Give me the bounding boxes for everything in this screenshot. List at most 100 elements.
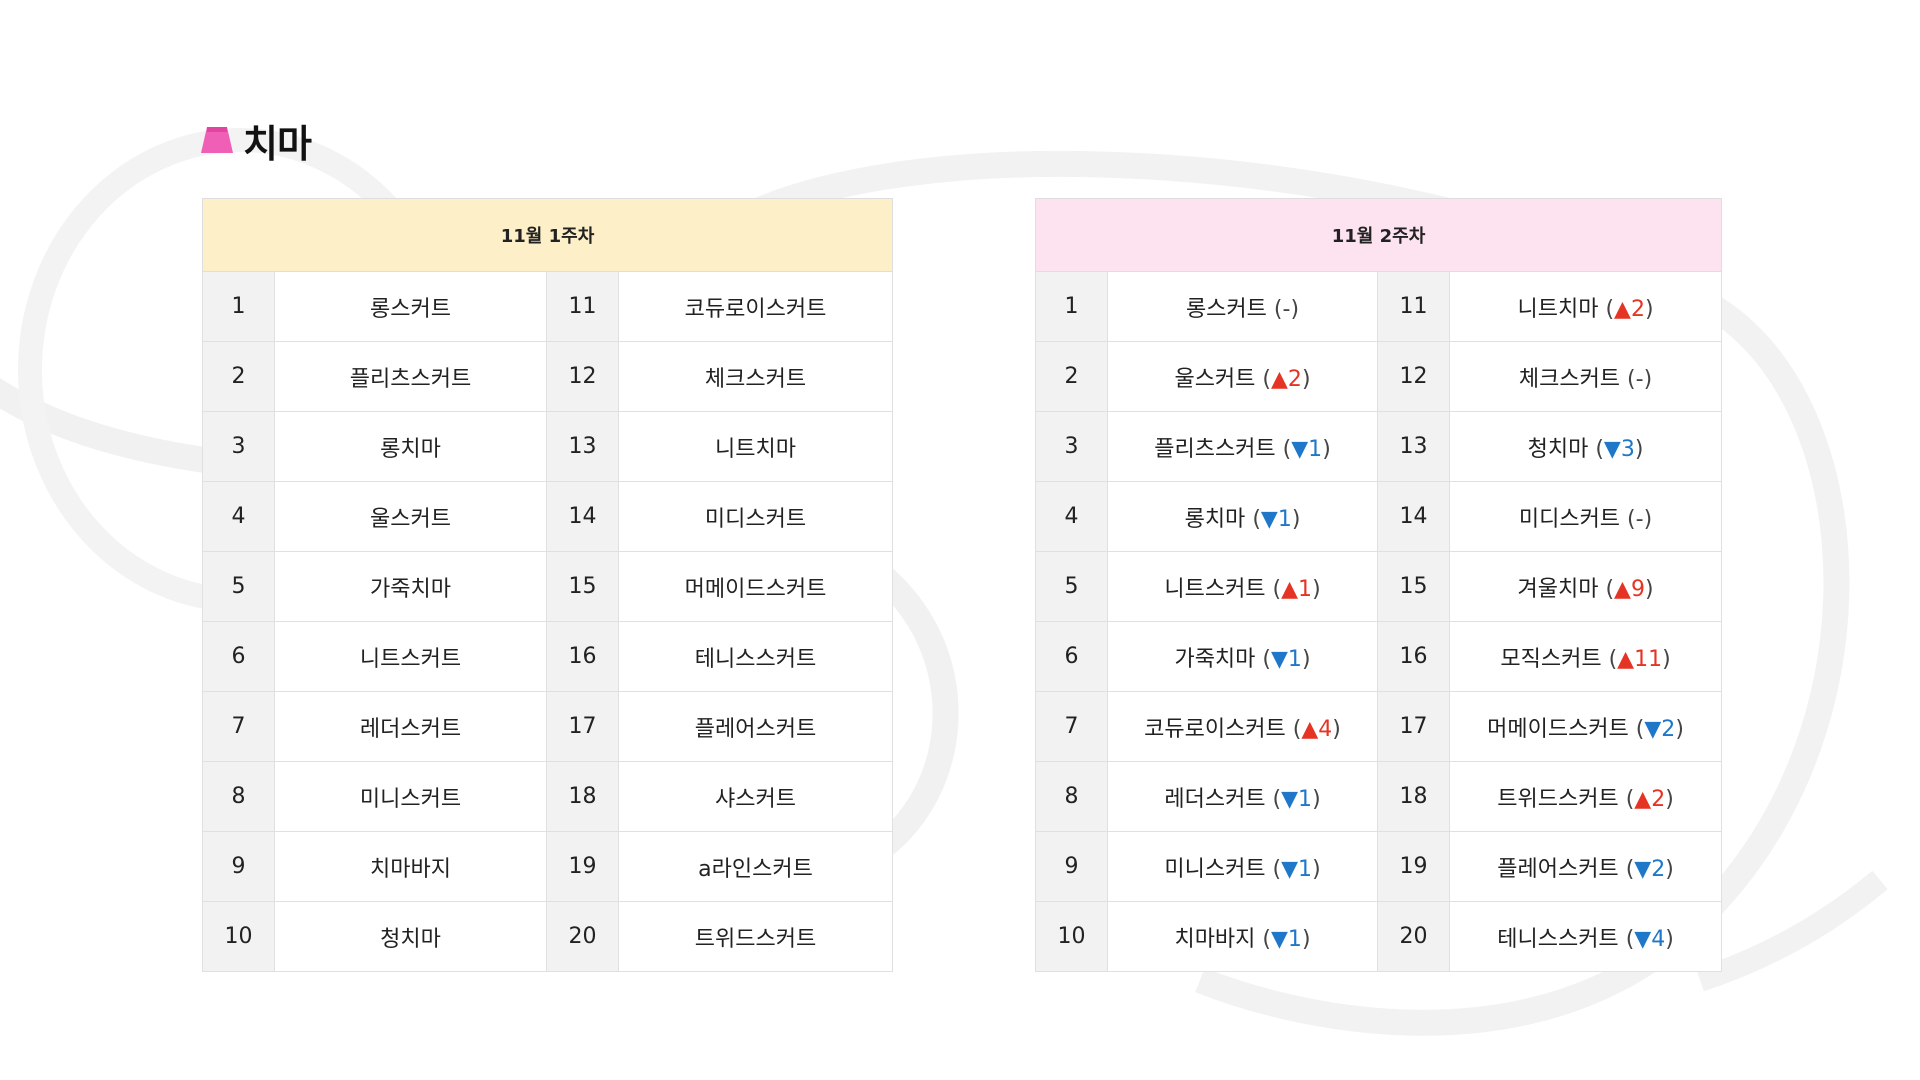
rank-number: 10: [202, 901, 275, 972]
rank-number: 11: [546, 271, 619, 342]
keyword-name: 니트스커트: [1164, 576, 1266, 602]
rank-down-indicator: ▼1: [1271, 926, 1302, 952]
keyword-name: 청치마: [274, 901, 547, 972]
keyword-with-change: 롱스커트 (-): [1107, 271, 1378, 342]
keyword-with-change: 코듀로이스커트 (▲4): [1107, 691, 1378, 762]
table-row: 1 롱스커트 11 코듀로이스커트: [202, 271, 894, 342]
paren-close: ): [1291, 506, 1301, 532]
rank-number: 13: [546, 411, 619, 482]
keyword-name: 울스커트: [274, 481, 547, 552]
table-row: 4 롱치마 (▼1) 14 미디스커트 (-): [1035, 481, 1723, 552]
keyword-with-change: 니트치마 (▲2): [1448, 271, 1723, 342]
keyword-name: 레더스커트: [1164, 786, 1266, 812]
rank-number: 6: [202, 621, 275, 692]
keyword-name: 머메이드스커트: [617, 551, 894, 622]
table-row: 3 플리츠스커트 (▼1) 13 청치마 (▼3): [1035, 411, 1723, 482]
keyword-name: 체크스커트: [617, 341, 894, 412]
keyword-name: 미니스커트: [1164, 856, 1266, 882]
week1-header: 11월 1주차: [201, 198, 894, 272]
paren-close: ): [1312, 786, 1321, 812]
keyword-with-change: 니트스커트 (▲1): [1107, 551, 1378, 622]
table-row: 7 레더스커트 17 플레어스커트: [202, 691, 894, 762]
rank-down-indicator: ▼1: [1281, 856, 1313, 882]
paren-open: (: [1595, 436, 1604, 462]
rank-number: 14: [1377, 481, 1450, 552]
keyword-name: 롱치마: [274, 411, 547, 482]
keyword-with-change: 체크스커트 (-): [1448, 341, 1723, 412]
keyword-name: 가죽치마: [274, 551, 547, 622]
rank-down-indicator: ▼2: [1644, 716, 1676, 742]
paren-close: ): [1644, 576, 1654, 602]
rank-down-indicator: ▼3: [1603, 436, 1635, 462]
table-row: 4 울스커트 14 미디스커트: [202, 481, 894, 552]
paren-open: (: [1608, 646, 1618, 672]
rank-number: 3: [1035, 411, 1108, 482]
rank-same-indicator: -: [1635, 366, 1644, 392]
week1-ranking-table: 11월 1주차 1 롱스커트 11 코듀로이스커트 2 플리츠스커트 12 체크스커트 3 롱치마…: [201, 198, 894, 972]
rank-number: 17: [546, 691, 619, 762]
paren-close: ): [1301, 646, 1311, 672]
keyword-name: 치마바지: [1174, 926, 1256, 952]
keyword-with-change: 플리츠스커트 (▼1): [1107, 411, 1378, 482]
paren-close: ): [1665, 926, 1674, 952]
rank-up-indicator: ▲2: [1271, 366, 1302, 392]
rank-number: 7: [1035, 691, 1108, 762]
paren-close: ): [1675, 716, 1684, 742]
rank-number: 4: [1035, 481, 1108, 552]
rank-number: 4: [202, 481, 275, 552]
keyword-name: 롱치마: [1184, 506, 1246, 532]
keyword-name: 롱스커트: [1185, 296, 1267, 322]
rank-same-indicator: -: [1635, 506, 1644, 532]
keyword-with-change: 겨울치마 (▲9): [1448, 551, 1723, 622]
keyword-name: 롱스커트: [274, 271, 547, 342]
paren-close: ): [1665, 856, 1674, 882]
paren-close: ): [1665, 786, 1674, 812]
paren-close: ): [1312, 576, 1321, 602]
rank-number: 2: [1035, 341, 1108, 412]
paren-close: ): [1322, 436, 1331, 462]
keyword-with-change: 울스커트 (▲2): [1107, 341, 1378, 412]
paren-open: (: [1282, 436, 1292, 462]
rank-number: 3: [202, 411, 275, 482]
keyword-name: a라인스커트: [617, 831, 894, 902]
rank-number: 5: [1035, 551, 1108, 622]
rank-number: 9: [1035, 831, 1108, 902]
rank-number: 12: [546, 341, 619, 412]
rank-down-indicator: ▼1: [1291, 436, 1323, 462]
table-row: 10 치마바지 (▼1) 20 테니스스커트 (▼4): [1035, 901, 1723, 972]
table-row: 2 울스커트 (▲2) 12 체크스커트 (-): [1035, 341, 1723, 412]
keyword-name: 플레어스커트: [617, 691, 894, 762]
keyword-name: 미니스커트: [274, 761, 547, 832]
keyword-name: 테니스스커트: [617, 621, 894, 692]
rank-up-indicator: ▲4: [1301, 716, 1333, 742]
rank-number: 10: [1035, 901, 1108, 972]
paren-close: ): [1643, 366, 1653, 392]
rank-up-indicator: ▲9: [1614, 576, 1645, 602]
rank-down-indicator: ▼1: [1260, 506, 1292, 532]
table-row: 5 가죽치마 15 머메이드스커트: [202, 551, 894, 622]
table-row: 6 니트스커트 16 테니스스커트: [202, 621, 894, 692]
keyword-name: 미디스커트: [617, 481, 894, 552]
table-row: 6 가죽치마 (▼1) 16 모직스커트 (▲11): [1035, 621, 1723, 692]
week2-ranking-panel: 11월 2주차 1 롱스커트 (-) 11 니트치마 (▲2) 2 울스커트 (▲2) 12…: [1034, 198, 1723, 972]
keyword-with-change: 트위드스커트 (▲2): [1448, 761, 1723, 832]
rank-number: 8: [1035, 761, 1108, 832]
table-row: 7 코듀로이스커트 (▲4) 17 머메이드스커트 (▼2): [1035, 691, 1723, 762]
rank-up-indicator: ▲11: [1617, 646, 1663, 672]
keyword-name: 가죽치마: [1174, 646, 1256, 672]
keyword-name: 니트치마: [1517, 296, 1599, 322]
keyword-with-change: 플레어스커트 (▼2): [1448, 831, 1723, 902]
keyword-name: 니트치마: [617, 411, 894, 482]
rank-up-indicator: ▲2: [1614, 296, 1645, 322]
keyword-name: 치마바지: [274, 831, 547, 902]
rank-down-indicator: ▼1: [1271, 646, 1302, 672]
table-row: 2 플리츠스커트 12 체크스커트: [202, 341, 894, 412]
keyword-name: 트위드스커트: [1497, 786, 1619, 812]
paren-close: ): [1301, 366, 1311, 392]
keyword-name: 울스커트: [1174, 366, 1256, 392]
keyword-name: 트위드스커트: [617, 901, 894, 972]
rank-number: 12: [1377, 341, 1450, 412]
keyword-name: 테니스스커트: [1497, 926, 1619, 952]
rank-number: 2: [202, 341, 275, 412]
rank-number: 9: [202, 831, 275, 902]
